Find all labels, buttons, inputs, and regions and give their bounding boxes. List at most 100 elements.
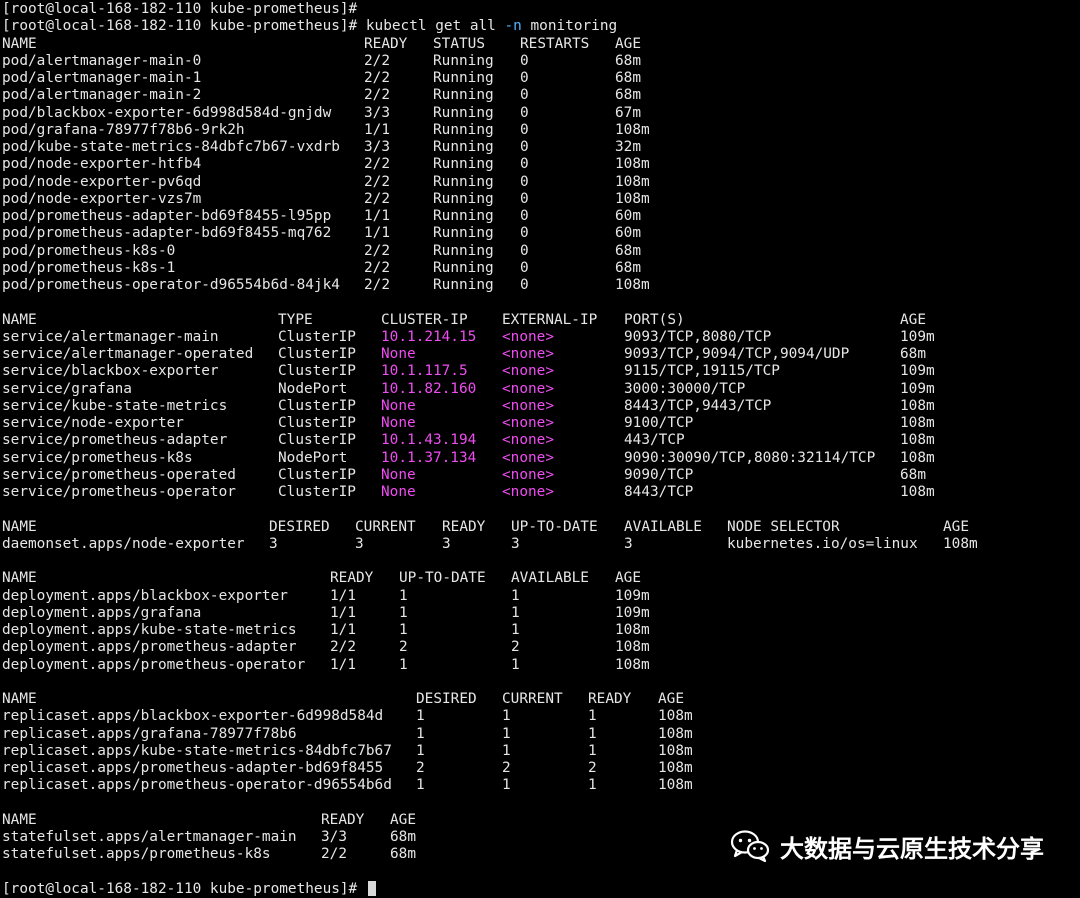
table-cell: service/grafana	[2, 380, 132, 397]
table-cell: replicaset.apps/prometheus-operator-d965…	[2, 777, 392, 794]
table-cell: 1	[502, 725, 511, 742]
table-cell: pod/grafana-78977f78b6-9rk2h	[2, 121, 245, 138]
table-cell: 2	[416, 760, 425, 776]
table-cell: 10.1.117.5	[381, 363, 468, 380]
table-cell: 2/2	[364, 87, 390, 104]
table-cell: 1	[399, 587, 408, 604]
table-cell: <none>	[502, 328, 554, 345]
table-row: pod/grafana-78977f78b6-9rk2h 1/1 Running 0 1…	[2, 122, 1080, 139]
table-cell: Running	[433, 259, 494, 276]
command-namespace: monitoring	[521, 18, 618, 35]
table-row: pod/prometheus-adapter-bd69f8455-l95pp 1/…	[2, 208, 1080, 225]
table-row: service/alertmanager-operated ClusterIP No…	[2, 346, 1080, 363]
table-cell: pod/node-exporter-vzs7m	[2, 190, 202, 207]
table-cell: 9100/TCP	[624, 415, 694, 431]
table-row: deployment.apps/prometheus-operator 1/1 1 1…	[2, 657, 1080, 674]
table-cell: pod/alertmanager-main-1	[2, 70, 202, 86]
table-cell: 2	[588, 760, 597, 776]
table-row: service/prometheus-operator ClusterIP None…	[2, 484, 1080, 501]
terminal-output[interactable]: [root@local-168-182-110 kube-prometheus]…	[0, 0, 1080, 897]
table-cell: Running	[433, 173, 494, 190]
resource-tables: NAME READY STATUS RESTARTS AGE pod/alertmanag…	[2, 36, 1080, 864]
table-row: pod/node-exporter-htfb4 2/2 Running 0 108m	[2, 156, 1080, 173]
table-cell: 108m	[615, 622, 650, 638]
table-cell: pod/node-exporter-htfb4	[2, 156, 202, 173]
table-cell: 0	[520, 104, 529, 121]
table-cell: 108m	[615, 190, 650, 207]
column-header: NAME	[2, 570, 37, 587]
table-cell: None	[381, 484, 416, 500]
table-row: replicaset.apps/kube-state-metrics-84dbf…	[2, 743, 1080, 760]
table-cell: kubernetes.io/os=linux	[727, 535, 918, 552]
table-cell: 3/3	[321, 829, 347, 845]
table-cell: service/prometheus-operated	[2, 466, 236, 483]
table-cell: service/prometheus-adapter	[2, 432, 228, 449]
table-cell: 67m	[615, 104, 641, 121]
table-cell: pod/alertmanager-main-0	[2, 52, 202, 69]
table-row: pod/alertmanager-main-1 2/2 Running 0 68m	[2, 70, 1080, 87]
prompt: [root@local-168-182-110 kube-prometheus]…	[2, 880, 366, 897]
table-cell: 9093/TCP,8080/TCP	[624, 328, 772, 345]
table-row: pod/alertmanager-main-0 2/2 Running 0 68m	[2, 53, 1080, 70]
table-row: pod/prometheus-adapter-bd69f8455-mq762 1/…	[2, 225, 1080, 242]
table-cell: 109m	[615, 587, 650, 604]
table-row: replicaset.apps/prometheus-operator-d965…	[2, 777, 1080, 794]
table-cell: <none>	[502, 363, 554, 380]
table-cell: 1	[588, 742, 597, 759]
column-header: READY	[330, 570, 374, 587]
final-prompt-line[interactable]: [root@local-168-182-110 kube-prometheus]…	[2, 880, 1080, 898]
table-cell: 2/2	[364, 259, 390, 276]
table-cell: 0	[520, 242, 529, 259]
table-cell: Running	[433, 139, 494, 155]
table-cell: 1	[502, 777, 511, 794]
table-header-row: NAME DESIRED CURRENT READY UP-TO-DATE AVAILAB…	[2, 519, 1080, 536]
table-cell: 2/2	[364, 190, 390, 207]
table-cell: 0	[520, 225, 529, 242]
table-cell: <none>	[502, 466, 554, 483]
prompt: [root@local-168-182-110 kube-prometheus]…	[2, 1, 366, 17]
table-cell: 108m	[900, 397, 935, 414]
table-cell: 0	[520, 277, 529, 293]
table-cell: None	[381, 415, 416, 431]
table-row: replicaset.apps/blackbox-exporter-6d998d…	[2, 708, 1080, 725]
table-cell: service/alertmanager-operated	[2, 346, 254, 362]
table-cell: 108m	[943, 535, 978, 552]
table-cell: ClusterIP	[278, 466, 356, 483]
table-cell: 2/2	[364, 242, 390, 259]
table-cell: 68m	[900, 466, 926, 483]
table-cell: 3	[269, 535, 278, 552]
column-header: PORT(S)	[624, 311, 685, 328]
table-cell: statefulset.apps/alertmanager-main	[2, 829, 297, 845]
table-cell: None	[381, 397, 416, 414]
table-cell: 10.1.37.134	[381, 449, 477, 466]
table-cell: ClusterIP	[278, 415, 356, 431]
column-header: NAME	[2, 811, 37, 828]
table-cell: <none>	[502, 397, 554, 414]
table-cell: Running	[433, 121, 494, 138]
table-cell: 0	[520, 121, 529, 138]
column-header: READY	[364, 35, 408, 52]
column-header: DESIRED	[416, 691, 477, 707]
table-cell: service/alertmanager-main	[2, 328, 219, 345]
table-row: service/node-exporter ClusterIP None <none>…	[2, 415, 1080, 432]
table-cell: 1/1	[364, 225, 390, 242]
table-cell: 1	[511, 604, 520, 621]
table-cell: 3	[511, 535, 520, 552]
column-header: RESTARTS	[520, 35, 590, 52]
table-cell: ClusterIP	[278, 397, 356, 414]
table-cell: statefulset.apps/prometheus-k8s	[2, 846, 271, 863]
table-cell: 1/1	[330, 587, 356, 604]
table-cell: pod/prometheus-k8s-1	[2, 259, 176, 276]
table-cell: 60m	[615, 208, 641, 224]
table-cell: service/prometheus-k8s	[2, 449, 193, 466]
table-row: deployment.apps/blackbox-exporter 1/1 1 1 10…	[2, 588, 1080, 605]
table-cell: 1	[502, 742, 511, 759]
table-cell: 1	[416, 742, 425, 759]
column-header: AGE	[615, 35, 641, 52]
table-cell: service/node-exporter	[2, 415, 184, 431]
table-cell: 1	[511, 622, 520, 638]
table-cell: 108m	[900, 432, 935, 449]
table-row: pod/blackbox-exporter-6d998d584d-gnjdw 3/…	[2, 105, 1080, 122]
